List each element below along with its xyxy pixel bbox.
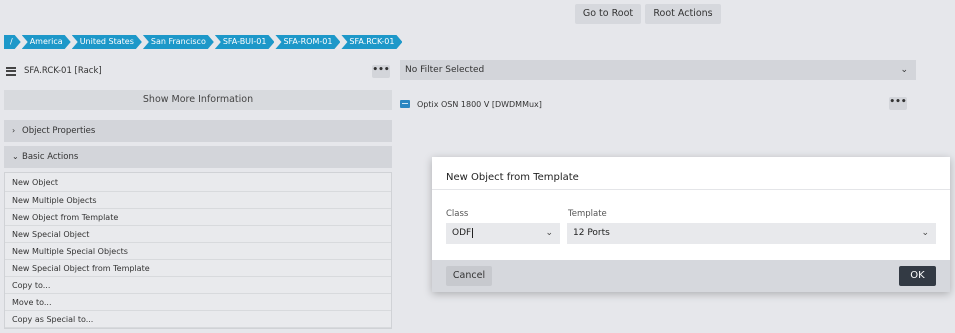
class-select[interactable]: ODF ⌄	[446, 223, 560, 244]
device-icon	[400, 100, 410, 108]
template-value: 12 Ports	[573, 228, 610, 238]
basic-actions-label: Basic Actions	[22, 152, 79, 162]
rack-more-button[interactable]: •••	[372, 65, 390, 78]
action-move-to[interactable]: Move to...	[5, 294, 391, 311]
action-new-multiple-special-objects[interactable]: New Multiple Special Objects	[5, 243, 391, 260]
object-properties-label: Object Properties	[22, 126, 96, 136]
action-copy-as-special-to[interactable]: Copy as Special to...	[5, 311, 391, 328]
breadcrumb: / America United States San Francisco SF…	[4, 35, 403, 49]
device-row[interactable]: Optix OSN 1800 V [DWDMMux]	[400, 97, 542, 111]
action-copy-to[interactable]: Copy to...	[5, 277, 391, 294]
cancel-button[interactable]: Cancel	[446, 266, 492, 286]
action-new-multiple-objects[interactable]: New Multiple Objects	[5, 192, 391, 209]
class-value: ODF	[452, 228, 472, 238]
breadcrumb-item-america[interactable]: America	[22, 35, 71, 49]
breadcrumb-item-room[interactable]: SFA-ROM-01	[275, 35, 340, 49]
chevron-down-icon: ⌄	[12, 152, 19, 161]
show-more-information-button[interactable]: Show More Information	[4, 90, 392, 110]
chevron-down-icon: ⌄	[900, 65, 908, 75]
new-object-from-template-dialog: New Object from Template Class Template …	[432, 157, 950, 292]
basic-actions-list: New Object New Multiple Objects New Obje…	[4, 172, 392, 329]
breadcrumb-item-rack[interactable]: SFA.RCK-01	[341, 35, 402, 49]
breadcrumb-item-building[interactable]: SFA-BUI-01	[215, 35, 275, 49]
object-properties-section[interactable]: › Object Properties	[4, 120, 392, 142]
action-new-object-from-template[interactable]: New Object from Template	[5, 209, 391, 226]
chevron-down-icon: ⌄	[545, 228, 553, 238]
device-more-button[interactable]: •••	[889, 97, 907, 110]
template-select[interactable]: 12 Ports ⌄	[567, 223, 936, 244]
dialog-divider	[432, 189, 950, 190]
rack-header: SFA.RCK-01 [Rack]	[4, 62, 392, 80]
dialog-title: New Object from Template	[446, 172, 579, 183]
filter-select[interactable]: No Filter Selected ⌄	[400, 60, 916, 80]
go-to-root-button[interactable]: Go to Root	[575, 4, 641, 24]
breadcrumb-item-san-francisco[interactable]: San Francisco	[143, 35, 214, 49]
breadcrumb-item-root[interactable]: /	[4, 35, 21, 49]
action-new-special-object[interactable]: New Special Object	[5, 226, 391, 243]
rack-icon	[6, 66, 16, 76]
filter-value: No Filter Selected	[405, 65, 485, 75]
basic-actions-section[interactable]: ⌄ Basic Actions	[4, 146, 392, 168]
chevron-right-icon: ›	[12, 126, 16, 135]
chevron-down-icon: ⌄	[921, 228, 929, 238]
text-caret	[472, 227, 474, 238]
action-new-object[interactable]: New Object	[5, 173, 391, 192]
action-new-special-object-from-template[interactable]: New Special Object from Template	[5, 260, 391, 277]
class-label: Class	[446, 209, 469, 219]
root-actions-button[interactable]: Root Actions	[645, 4, 721, 24]
ok-button[interactable]: OK	[899, 266, 936, 286]
breadcrumb-item-united-states[interactable]: United States	[72, 35, 142, 49]
dialog-footer: Cancel OK	[432, 260, 950, 292]
template-label: Template	[568, 209, 607, 219]
rack-label: SFA.RCK-01 [Rack]	[24, 66, 102, 76]
device-label: Optix OSN 1800 V [DWDMMux]	[417, 99, 542, 109]
